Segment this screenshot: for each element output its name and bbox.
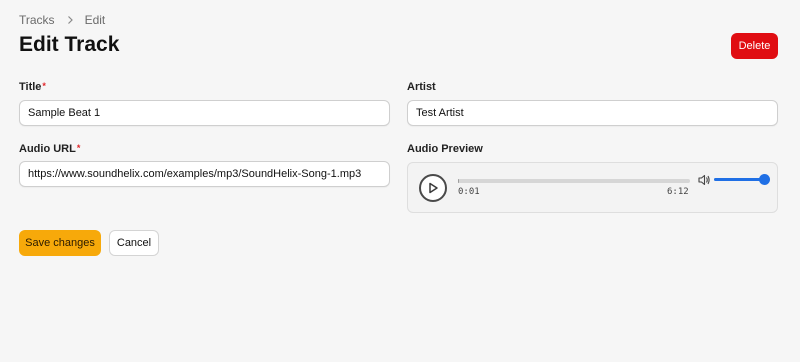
duration: 6:12 — [667, 187, 689, 197]
breadcrumb-item-tracks[interactable]: Tracks — [19, 13, 55, 27]
save-changes-button[interactable]: Save changes — [19, 230, 101, 256]
required-mark: * — [42, 81, 46, 91]
audio-player: 0:01 6:12 — [407, 162, 778, 213]
title-input[interactable]: Sample Beat 1 — [19, 100, 390, 126]
delete-button[interactable]: Delete — [731, 33, 778, 59]
breadcrumb: Tracks Edit — [19, 13, 105, 27]
volume-slider-handle[interactable] — [759, 174, 770, 185]
volume-icon[interactable] — [697, 173, 711, 187]
audio-url-input[interactable]: https://www.soundhelix.com/examples/mp3/… — [19, 161, 390, 187]
audio-url-label: Audio URL* — [19, 143, 81, 155]
artist-label: Artist — [407, 81, 436, 93]
seek-progress — [458, 179, 459, 183]
seek-bar[interactable] — [458, 179, 690, 183]
current-time: 0:01 — [458, 187, 480, 197]
play-icon — [429, 182, 438, 194]
play-button[interactable] — [419, 174, 447, 202]
breadcrumb-item-edit: Edit — [84, 13, 106, 27]
required-mark: * — [76, 143, 81, 153]
artist-input[interactable]: Test Artist — [407, 100, 778, 126]
edit-track-page: Tracks Edit Edit Track Delete Title* Sam… — [0, 0, 800, 362]
title-label: Title* — [19, 81, 46, 93]
chevron-right-icon — [65, 15, 75, 25]
cancel-button[interactable]: Cancel — [109, 230, 159, 256]
audio-preview-label: Audio Preview — [407, 143, 483, 155]
page-title: Edit Track — [19, 33, 120, 56]
